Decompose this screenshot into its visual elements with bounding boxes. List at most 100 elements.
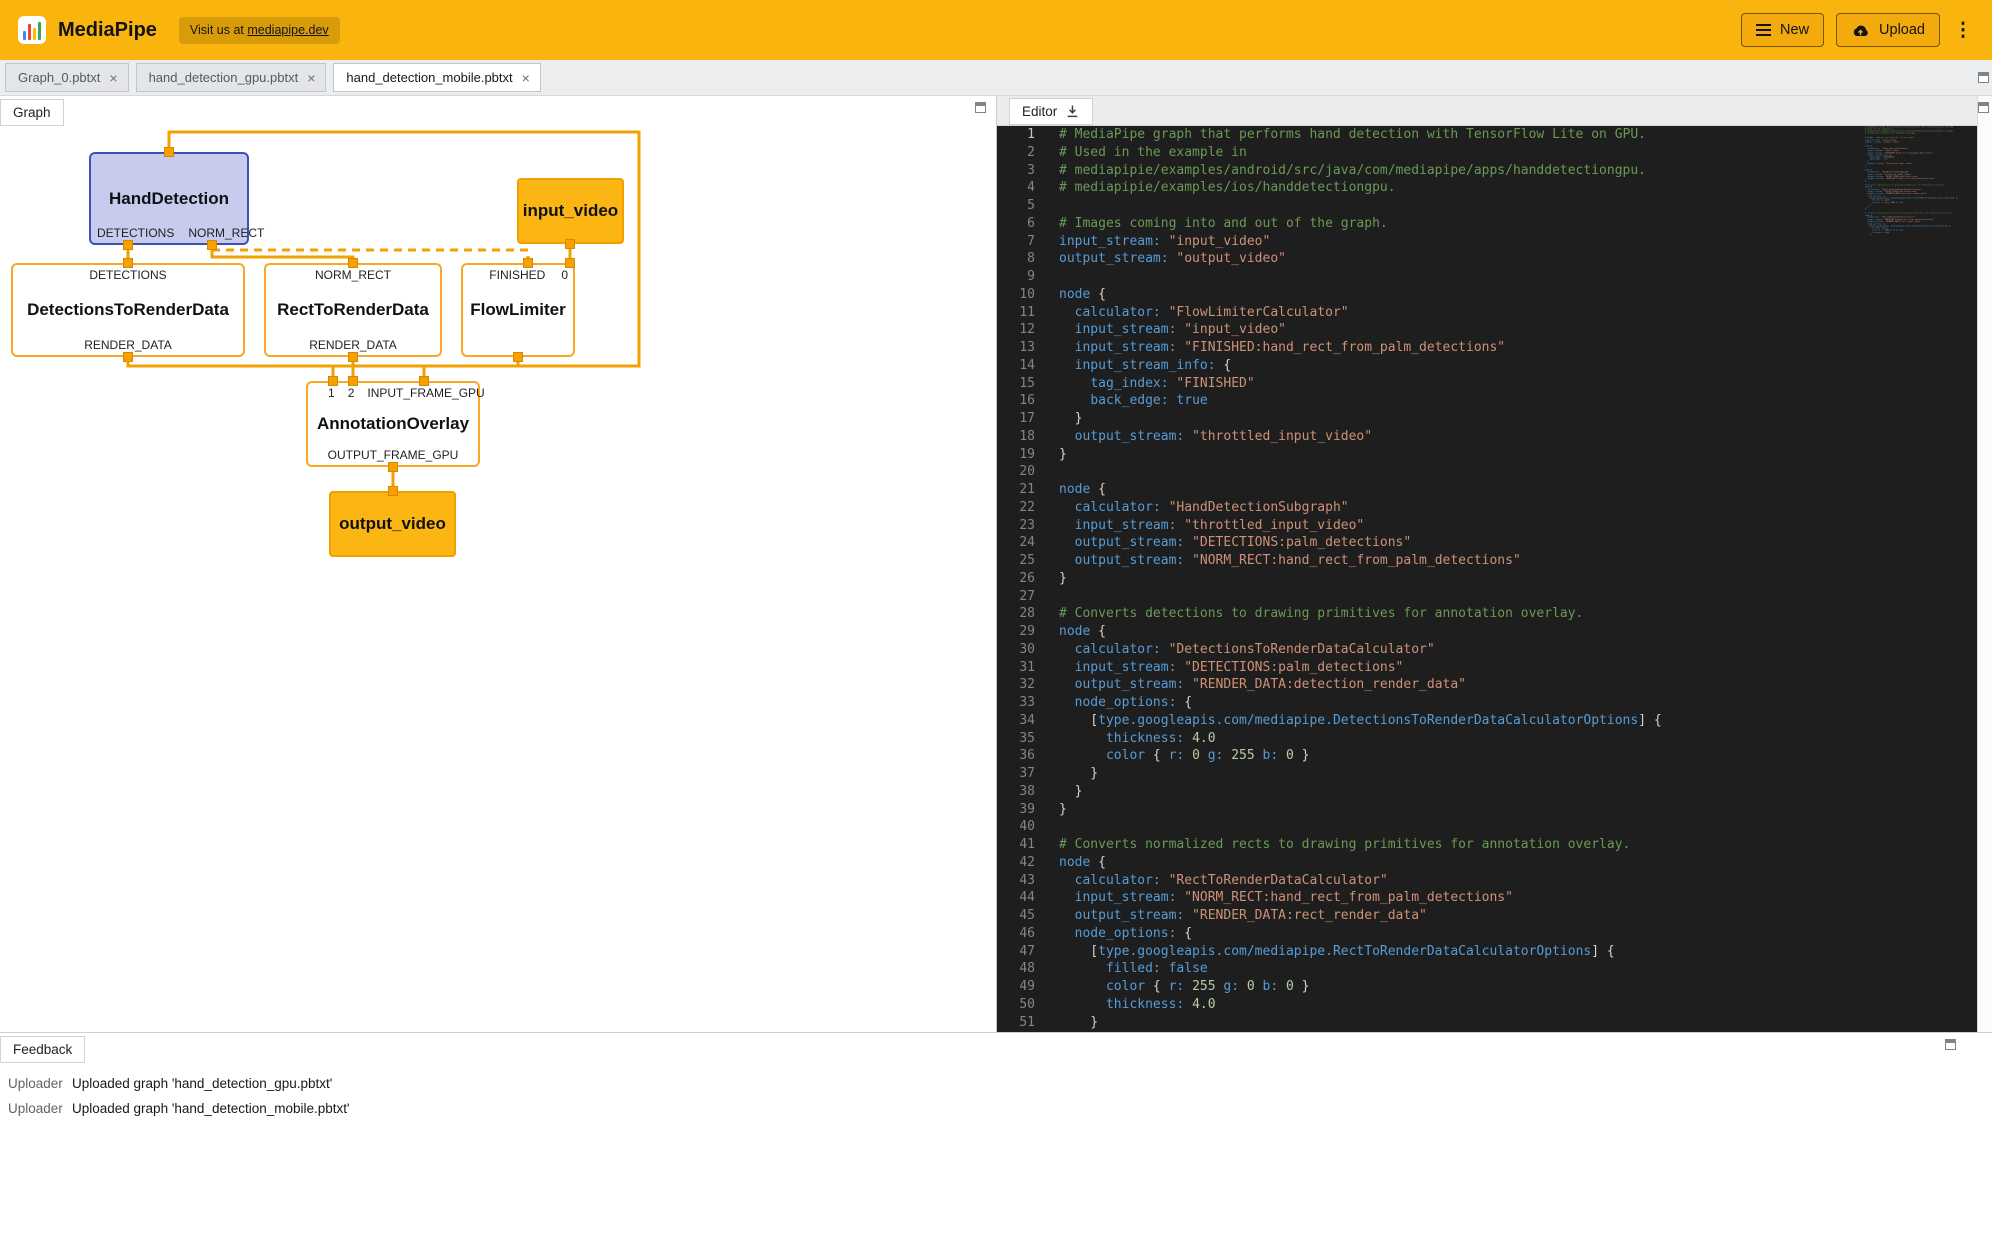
close-icon[interactable]: × — [109, 70, 117, 86]
code-line[interactable]: # Converts detections to drawing primiti… — [1059, 605, 1977, 623]
code-line[interactable] — [1059, 463, 1977, 481]
file-tab-bar: Graph_0.pbtxt×hand_detection_gpu.pbtxt×h… — [0, 60, 1992, 96]
panel-toggle-icon[interactable] — [1978, 72, 1989, 83]
code-line[interactable]: output_stream: "RENDER_DATA:rect_render_… — [1059, 907, 1977, 925]
code-line[interactable]: # MediaPipe graph that performs hand det… — [1059, 126, 1977, 144]
graph-node-input-video[interactable]: input_video — [517, 178, 624, 244]
graph-node-annotation-overlay[interactable]: 1 2 INPUT_FRAME_GPU AnnotationOverlay OU… — [306, 381, 480, 467]
tab-graph[interactable]: Graph — [0, 99, 64, 126]
line-number: 35 — [997, 730, 1047, 748]
code-line[interactable]: } — [1059, 410, 1977, 428]
line-number: 37 — [997, 765, 1047, 783]
code-line[interactable]: input_stream: "FINISHED:hand_rect_from_p… — [1059, 339, 1977, 357]
visit-prefix: Visit us at — [190, 23, 247, 37]
code-line[interactable]: back_edge: true — [1059, 392, 1977, 410]
code-line[interactable]: input_stream_info: { — [1059, 357, 1977, 375]
code-line[interactable]: # mediapipie/examples/ios/handdetectiong… — [1059, 179, 1977, 197]
file-tab[interactable]: hand_detection_mobile.pbtxt× — [333, 63, 540, 92]
code-line[interactable]: node_options: { — [1059, 694, 1977, 712]
code-line[interactable]: node { — [1059, 854, 1977, 872]
visit-link-chip[interactable]: Visit us at mediapipe.dev — [179, 17, 340, 44]
code-line[interactable]: output_stream: "RENDER_DATA:detection_re… — [1059, 676, 1977, 694]
graph-canvas[interactable]: HandDetection DETECTIONS NORM_RECT input… — [0, 126, 996, 1032]
code-line[interactable]: node { — [1059, 623, 1977, 641]
node-title: FlowLimiter — [463, 282, 573, 338]
code-line[interactable] — [1059, 588, 1977, 606]
file-tab[interactable]: hand_detection_gpu.pbtxt × — [136, 63, 327, 92]
editor-code[interactable]: # MediaPipe graph that performs hand det… — [1047, 126, 1977, 1032]
code-line[interactable] — [1059, 818, 1977, 836]
close-icon[interactable]: × — [522, 70, 530, 86]
code-line[interactable]: } — [1059, 570, 1977, 588]
code-line[interactable]: thickness: 4.0 — [1059, 730, 1977, 748]
code-line[interactable]: calculator: "DetectionsToRenderDataCalcu… — [1059, 641, 1977, 659]
line-number: 45 — [997, 907, 1047, 925]
file-tab-label: hand_detection_gpu.pbtxt — [149, 70, 299, 85]
graph-node-flow-limiter[interactable]: FINISHED 0 FlowLimiter — [461, 263, 575, 357]
code-line[interactable]: calculator: "FlowLimiterCalculator" — [1059, 304, 1977, 322]
upload-button[interactable]: Upload — [1836, 13, 1940, 47]
mediapipe-dev-link[interactable]: mediapipe.dev — [247, 23, 328, 37]
file-tab[interactable]: Graph_0.pbtxt× — [5, 63, 129, 92]
close-icon[interactable]: × — [307, 70, 315, 86]
code-line[interactable]: node { — [1059, 286, 1977, 304]
code-line[interactable]: input_stream: "input_video" — [1059, 233, 1977, 251]
code-line[interactable]: # Images coming into and out of the grap… — [1059, 215, 1977, 233]
port-label: 0 — [561, 268, 568, 282]
minimap-line: } — [1865, 234, 1963, 236]
code-line[interactable]: } — [1059, 801, 1977, 819]
code-line[interactable]: output_stream: "output_video" — [1059, 250, 1977, 268]
code-line[interactable]: color { r: 255 g: 0 b: 0 } — [1059, 978, 1977, 996]
code-line[interactable]: # Used in the example in — [1059, 144, 1977, 162]
node-title: DetectionsToRenderData — [13, 282, 243, 338]
code-line[interactable]: input_stream: "throttled_input_video" — [1059, 517, 1977, 535]
code-line[interactable]: output_stream: "NORM_RECT:hand_rect_from… — [1059, 552, 1977, 570]
line-number: 23 — [997, 517, 1047, 535]
code-line[interactable]: } — [1059, 765, 1977, 783]
code-line[interactable]: color { r: 0 g: 255 b: 0 } — [1059, 747, 1977, 765]
graph-node-output-video[interactable]: output_video — [329, 491, 456, 557]
code-line[interactable]: input_stream: "DETECTIONS:palm_detection… — [1059, 659, 1977, 677]
graph-node-detections-to-render-data[interactable]: DETECTIONS DetectionsToRenderData RENDER… — [11, 263, 245, 357]
port-label: 1 — [328, 386, 335, 400]
code-line[interactable]: calculator: "RectToRenderDataCalculator" — [1059, 872, 1977, 890]
editor-minimap[interactable]: # MediaPipe graph that performs hand det… — [1865, 126, 1963, 1032]
code-line[interactable]: filled: false — [1059, 960, 1977, 978]
download-icon[interactable] — [1065, 104, 1080, 119]
code-line[interactable]: # Converts normalized rects to drawing p… — [1059, 836, 1977, 854]
code-editor[interactable]: 1234567891011121314151617181920212223242… — [997, 126, 1977, 1032]
tab-editor[interactable]: Editor — [1009, 98, 1093, 125]
code-line[interactable]: calculator: "HandDetectionSubgraph" — [1059, 499, 1977, 517]
line-number: 3 — [997, 162, 1047, 180]
code-line[interactable]: # mediapipie/examples/android/src/java/c… — [1059, 162, 1977, 180]
code-line[interactable]: thickness: 4.0 — [1059, 996, 1977, 1014]
line-number: 17 — [997, 410, 1047, 428]
graph-node-hand-detection[interactable]: HandDetection DETECTIONS NORM_RECT — [89, 152, 249, 245]
line-number: 13 — [997, 339, 1047, 357]
code-line[interactable]: output_stream: "throttled_input_video" — [1059, 428, 1977, 446]
line-number: 11 — [997, 304, 1047, 322]
line-number: 10 — [997, 286, 1047, 304]
panel-toggle-icon[interactable] — [1945, 1039, 1956, 1050]
code-line[interactable]: } — [1059, 446, 1977, 464]
code-line[interactable]: node { — [1059, 481, 1977, 499]
tab-feedback[interactable]: Feedback — [0, 1036, 85, 1063]
code-line[interactable]: } — [1059, 1014, 1977, 1032]
code-line[interactable]: node_options: { — [1059, 925, 1977, 943]
code-line[interactable]: } — [1059, 783, 1977, 801]
code-line[interactable] — [1059, 197, 1977, 215]
code-line[interactable]: [type.googleapis.com/mediapipe.RectToRen… — [1059, 943, 1977, 961]
panel-toggle-icon[interactable] — [1978, 102, 1989, 113]
code-line[interactable]: input_stream: "NORM_RECT:hand_rect_from_… — [1059, 889, 1977, 907]
code-line[interactable]: [type.googleapis.com/mediapipe.Detection… — [1059, 712, 1977, 730]
graph-node-rect-to-render-data[interactable]: NORM_RECT RectToRenderData RENDER_DATA — [264, 263, 442, 357]
code-line[interactable]: tag_index: "FINISHED" — [1059, 375, 1977, 393]
port-label: OUTPUT_FRAME_GPU — [328, 448, 459, 462]
code-line[interactable] — [1059, 268, 1977, 286]
code-line[interactable]: output_stream: "DETECTIONS:palm_detectio… — [1059, 534, 1977, 552]
overflow-menu-icon[interactable]: ⋮ — [1952, 19, 1974, 42]
editor-scrollbar[interactable] — [1963, 126, 1977, 1032]
new-button[interactable]: New — [1741, 13, 1824, 47]
code-line[interactable]: input_stream: "input_video" — [1059, 321, 1977, 339]
panel-toggle-icon[interactable] — [975, 102, 986, 113]
